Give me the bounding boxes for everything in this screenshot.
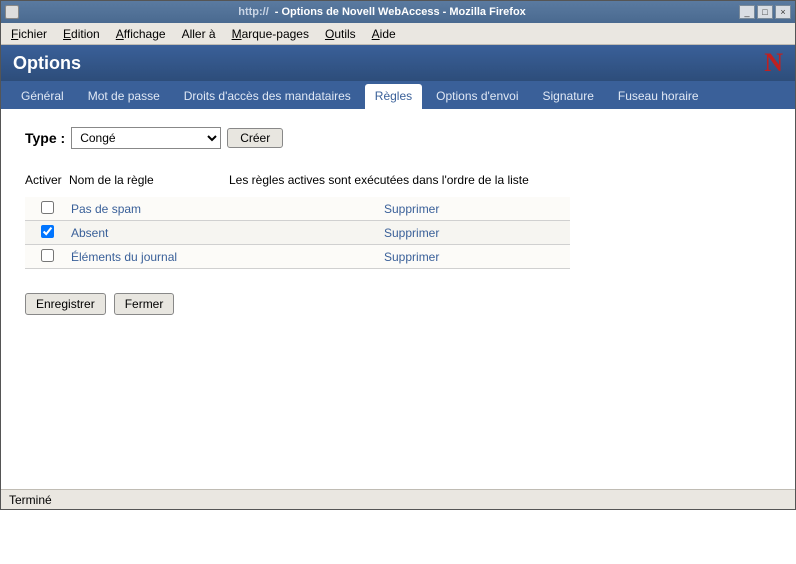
- tab-options-envoi[interactable]: Options d'envoi: [426, 84, 528, 109]
- tab-regles[interactable]: Règles: [365, 84, 422, 109]
- rule-checkbox[interactable]: [41, 225, 54, 238]
- app-icon: [5, 5, 19, 19]
- create-button[interactable]: Créer: [227, 128, 283, 148]
- maximize-button[interactable]: □: [757, 5, 773, 19]
- status-text: Terminé: [9, 493, 52, 507]
- statusbar: Terminé: [1, 489, 795, 509]
- col-activer: Activer: [25, 173, 69, 187]
- tab-signature[interactable]: Signature: [533, 84, 604, 109]
- app-header: Options N: [1, 45, 795, 81]
- save-button[interactable]: Enregistrer: [25, 293, 106, 315]
- rule-name-link[interactable]: Éléments du journal: [69, 250, 384, 264]
- close-button[interactable]: Fermer: [114, 293, 175, 315]
- titlebar[interactable]: http://- Options de Novell WebAccess - M…: [1, 1, 795, 23]
- menu-aller[interactable]: Aller à: [182, 27, 216, 41]
- type-select[interactable]: Congé: [71, 127, 221, 149]
- table-row: Éléments du journal Supprimer: [25, 245, 570, 269]
- tab-general[interactable]: Général: [11, 84, 74, 109]
- rule-delete-link[interactable]: Supprimer: [384, 202, 570, 216]
- rule-name-link[interactable]: Absent: [69, 226, 384, 240]
- rule-delete-link[interactable]: Supprimer: [384, 226, 570, 240]
- rule-checkbox[interactable]: [41, 201, 54, 214]
- content-area: Type : Congé Créer Activer Nom de la règ…: [1, 109, 795, 489]
- rule-name-link[interactable]: Pas de spam: [69, 202, 384, 216]
- tabs: Général Mot de passe Droits d'accès des …: [1, 81, 795, 109]
- tab-droits[interactable]: Droits d'accès des mandataires: [174, 84, 361, 109]
- rule-checkbox[interactable]: [41, 249, 54, 262]
- type-label: Type :: [25, 130, 65, 146]
- column-headers: Activer Nom de la règle Les règles activ…: [25, 173, 771, 187]
- rules-table: Pas de spam Supprimer Absent Supprimer É…: [25, 197, 570, 269]
- page-title: Options: [13, 53, 764, 74]
- tab-mot-de-passe[interactable]: Mot de passe: [78, 84, 170, 109]
- col-nom: Nom de la règle: [69, 173, 229, 187]
- col-note: Les règles actives sont exécutées dans l…: [229, 173, 771, 187]
- window-title: http://- Options de Novell WebAccess - M…: [25, 6, 739, 18]
- menu-aide[interactable]: Aide: [372, 27, 396, 41]
- menubar: Fichier Edition Affichage Aller à Marque…: [1, 23, 795, 45]
- novell-logo: N: [764, 48, 783, 78]
- tab-fuseau[interactable]: Fuseau horaire: [608, 84, 709, 109]
- menu-fichier[interactable]: Fichier: [11, 27, 47, 41]
- table-row: Pas de spam Supprimer: [25, 197, 570, 221]
- minimize-button[interactable]: _: [739, 5, 755, 19]
- table-row: Absent Supprimer: [25, 221, 570, 245]
- menu-outils[interactable]: Outils: [325, 27, 356, 41]
- rule-delete-link[interactable]: Supprimer: [384, 250, 570, 264]
- menu-edition[interactable]: Edition: [63, 27, 100, 41]
- menu-marque-pages[interactable]: Marque-pages: [232, 27, 309, 41]
- window-close-button[interactable]: ×: [775, 5, 791, 19]
- menu-affichage[interactable]: Affichage: [116, 27, 166, 41]
